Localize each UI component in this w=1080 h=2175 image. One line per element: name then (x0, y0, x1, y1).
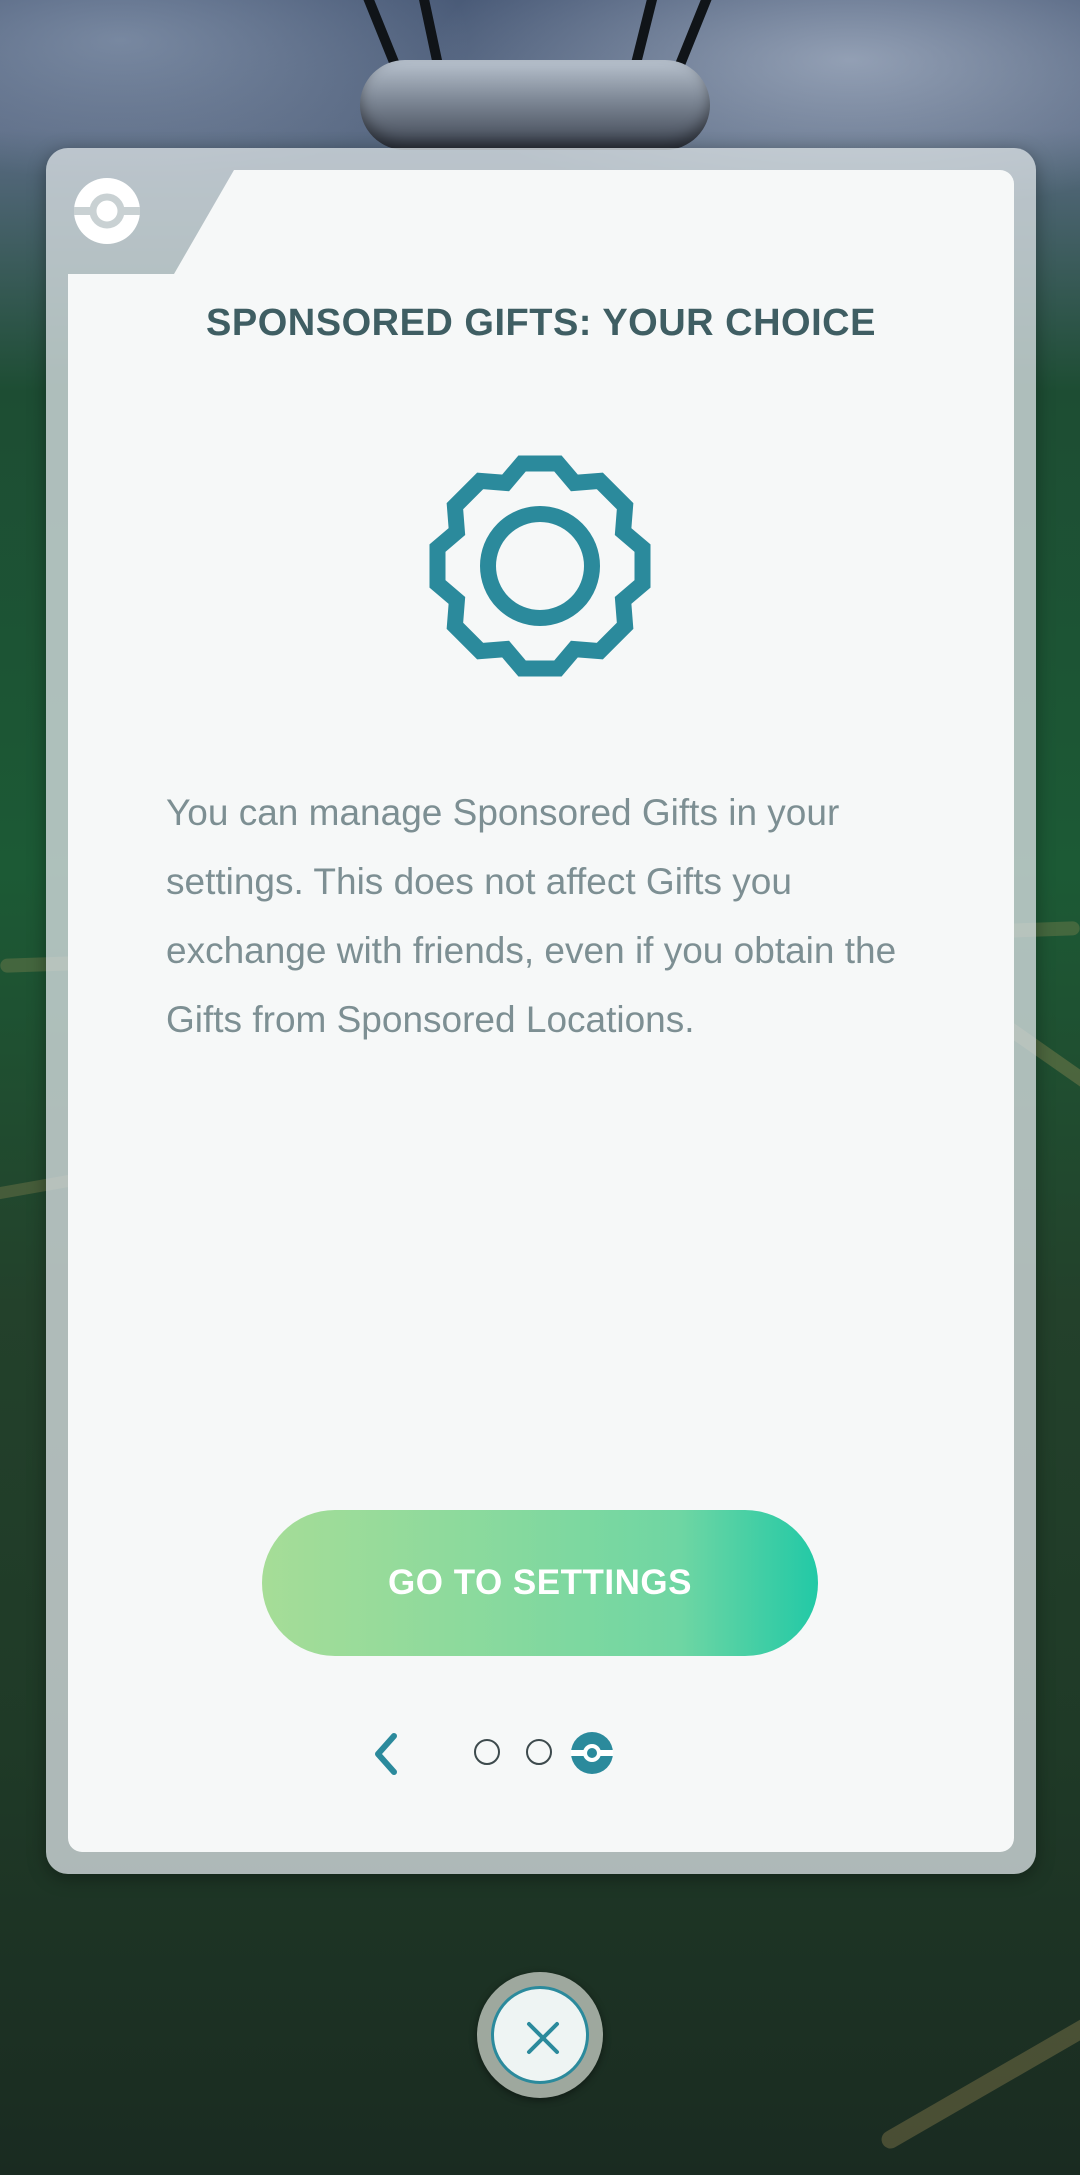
screen: SPONSORED GIFTS: YOUR CHOICE You can man… (0, 0, 1080, 2175)
dialog-title: SPONSORED GIFTS: YOUR CHOICE (206, 302, 876, 344)
pokeball-icon (74, 178, 140, 244)
page-dot-2[interactable] (526, 1739, 552, 1765)
map-road (878, 1966, 1080, 2152)
page-dot-active-pokeball-icon (571, 1732, 613, 1774)
go-to-settings-button[interactable]: GO TO SETTINGS (262, 1510, 818, 1656)
close-icon (491, 1986, 589, 2084)
chevron-left-icon[interactable] (368, 1730, 404, 1778)
gear-icon (429, 455, 651, 677)
balloon-ring (360, 60, 710, 150)
close-button[interactable] (477, 1972, 603, 2098)
page-dot-1[interactable] (474, 1739, 500, 1765)
dialog-body: You can manage Sponsored Gifts in your s… (166, 792, 897, 1040)
